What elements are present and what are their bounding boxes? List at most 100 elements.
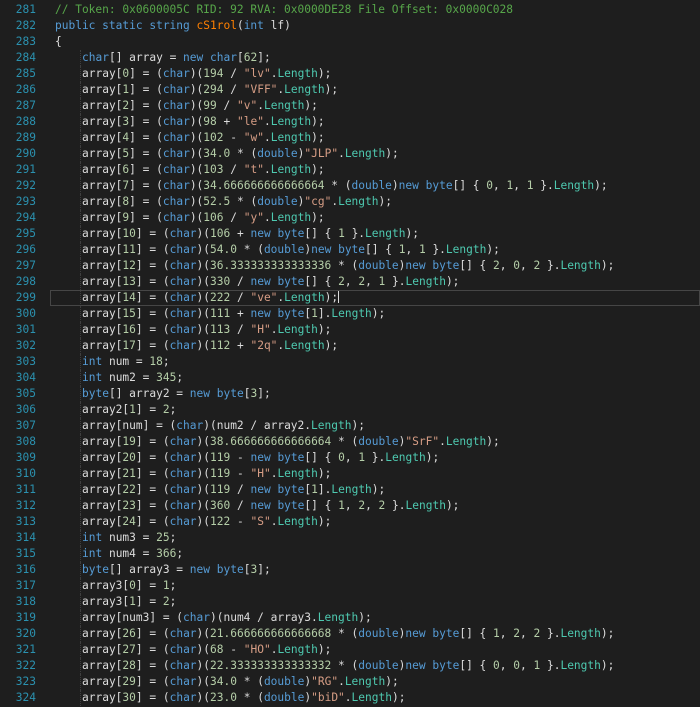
code-line[interactable]: 281 // Token: 0x0600005C RID: 92 RVA: 0x0… <box>0 2 700 18</box>
code-token: * ( <box>236 243 264 256</box>
code-line[interactable]: 315 int num4 = 366; <box>0 546 700 562</box>
code-token: array[ <box>82 515 123 528</box>
code-token: 10 <box>122 227 136 240</box>
code-token: array[ <box>82 259 123 272</box>
indent-guide <box>80 210 81 226</box>
code-token: ] = ( <box>129 83 163 96</box>
code-token: Length <box>560 627 601 640</box>
code-token: "cg" <box>304 195 332 208</box>
code-token: ); <box>317 67 332 80</box>
indent-guide <box>80 114 81 130</box>
line-number: 282 <box>15 19 36 32</box>
code-token: ); <box>405 227 419 240</box>
code-line[interactable]: 307 array[num] = (char)(num2 / array2.Len… <box>0 418 700 434</box>
code-token: 22.333333333333332 <box>210 659 332 672</box>
code-token: Length <box>277 643 318 656</box>
code-token: ] = ( <box>135 691 170 704</box>
code-token: array[num] = ( <box>82 419 177 432</box>
code-line[interactable]: 323 array[29] = (char)(34.0 * (double)"RG… <box>0 674 700 690</box>
code-line[interactable]: 308 array[19] = (char)(38.666666666666664… <box>0 434 700 450</box>
code-token: ); <box>486 243 500 256</box>
code-token: }. <box>344 227 366 240</box>
code-line[interactable]: 288 array[3] = (char)(98 + "le".Length); <box>0 114 700 130</box>
code-line[interactable]: 295 array[10] = (char)(106 + new byte[] {… <box>0 226 700 242</box>
code-token: ); <box>324 291 339 304</box>
code-token: , <box>520 659 534 672</box>
code-line[interactable]: 316 byte[] array3 = new byte[3]; <box>0 562 700 578</box>
code-token: double <box>358 659 399 672</box>
code-token: 330 <box>210 275 231 288</box>
code-line[interactable]: 304 int num2 = 345; <box>0 370 700 386</box>
code-token: char <box>169 467 197 480</box>
code-token: - <box>230 451 251 464</box>
code-line[interactable]: 322 array[28] = (char)(22.333333333333332… <box>0 658 700 674</box>
indent-guide <box>80 594 81 610</box>
code-token: double <box>257 195 298 208</box>
code-line[interactable]: 293 array[8] = (char)(52.5 * (double)"cg"… <box>0 194 700 210</box>
code-line[interactable]: 309 array[20] = (char)(119 - new byte[] {… <box>0 450 700 466</box>
code-text: array[14] = (char)(222 / "ve".Length); <box>82 290 340 306</box>
code-line[interactable]: 306 array2[1] = 2; <box>0 402 700 418</box>
code-line[interactable]: 319 array[num3] = (char)(num4 / array3.Le… <box>0 610 700 626</box>
code-line[interactable]: 283 { <box>0 34 700 50</box>
code-line[interactable]: 301 array[16] = (char)(113 / "H".Length); <box>0 322 700 338</box>
code-line[interactable]: 284 char[] array = new char[62]; <box>0 50 700 66</box>
code-token: double <box>358 435 399 448</box>
code-line[interactable]: 286 array[1] = (char)(294 / "VFF".Length)… <box>0 82 700 98</box>
code-line[interactable]: 318 array3[1] = 2; <box>0 594 700 610</box>
code-token: Length <box>317 611 359 624</box>
code-token: Length <box>351 691 392 704</box>
line-number: 309 <box>15 451 36 464</box>
code-line[interactable]: 289 array[4] = (char)(102 - "w".Length); <box>0 130 700 146</box>
code-line[interactable]: 285 array[0] = (char)(194 / "lv".Length); <box>0 66 700 82</box>
code-line[interactable]: 303 int num = 18; <box>0 354 700 370</box>
code-line[interactable]: 294 array[9] = (char)(106 / "y".Length); <box>0 210 700 226</box>
code-line[interactable]: 300 array[15] = (char)(111 + new byte[1].… <box>0 306 700 322</box>
code-token: char <box>169 339 197 352</box>
code-line[interactable]: 302 array[17] = (char)(112 + "2q".Length)… <box>0 338 700 354</box>
code-token: 106 <box>203 211 224 224</box>
code-token: int <box>82 371 103 384</box>
code-line[interactable]: 312 array[23] = (char)(360 / new byte[] {… <box>0 498 700 514</box>
code-line[interactable]: 321 array[27] = (char)(68 - "HO".Length); <box>0 642 700 658</box>
code-line[interactable]: 287 array[2] = (char)(99 / "v".Length); <box>0 98 700 114</box>
code-token: ] = ( <box>135 339 170 352</box>
line-number: 312 <box>15 499 36 512</box>
code-token: array[ <box>82 99 123 112</box>
code-token: )( <box>189 195 204 208</box>
code-line[interactable]: 290 array[5] = (char)(34.0 * (double)"JLP… <box>0 146 700 162</box>
indent-guide <box>80 610 81 626</box>
code-editor[interactable]: 281// Token: 0x0600005C RID: 92 RVA: 0x0… <box>0 0 700 707</box>
code-token: , <box>493 179 507 192</box>
line-number: 314 <box>15 531 36 544</box>
code-line[interactable]: 324 array[30] = (char)(23.0 * (double)"bi… <box>0 690 700 706</box>
code-line[interactable]: 311 array[22] = (char)(119 / new byte[1].… <box>0 482 700 498</box>
code-line[interactable]: 296 array[11] = (char)(54.0 * (double)new… <box>0 242 700 258</box>
code-line[interactable]: 314 int num3 = 25; <box>0 530 700 546</box>
indent-guide <box>80 530 81 546</box>
line-number: 317 <box>15 579 36 592</box>
code-line[interactable]: 313 array[24] = (char)(122 - "S".Length); <box>0 514 700 530</box>
code-line[interactable]: 305 byte[] array2 = new byte[3]; <box>0 386 700 402</box>
code-token: array2[ <box>82 403 130 416</box>
current-code-line[interactable]: 299 array[14] = (char)(222 / "ve".Length)… <box>0 290 700 306</box>
line-number: 286 <box>15 83 36 96</box>
code-line[interactable]: 298 array[13] = (char)(330 / new byte[] {… <box>0 274 700 290</box>
code-line[interactable]: 291 array[6] = (char)(103 / "t".Length); <box>0 162 700 178</box>
code-line[interactable]: 292 array[7] = (char)(34.666666666666664 … <box>0 178 700 194</box>
code-line[interactable]: 297 array[12] = (char)(36.333333333333336… <box>0 258 700 274</box>
code-token: . <box>439 435 446 448</box>
code-token: // Token: 0x0600005C RID: 92 RVA: 0x0000… <box>55 3 514 16</box>
code-line[interactable]: 320 array[26] = (char)(21.666666666666668… <box>0 626 700 642</box>
code-token: / <box>230 291 251 304</box>
code-line[interactable]: 282 public static string cS1rol(int lf) <box>0 18 700 34</box>
indent-guide <box>80 642 81 658</box>
code-line[interactable]: 310 array[21] = (char)(119 - "H".Length); <box>0 466 700 482</box>
line-number: 308 <box>15 435 36 448</box>
indent-guide <box>80 658 81 674</box>
code-token: 2 <box>162 595 170 608</box>
code-token: array[ <box>82 291 123 304</box>
code-token: ); <box>311 115 325 128</box>
code-line[interactable]: 317 array3[0] = 1; <box>0 578 700 594</box>
